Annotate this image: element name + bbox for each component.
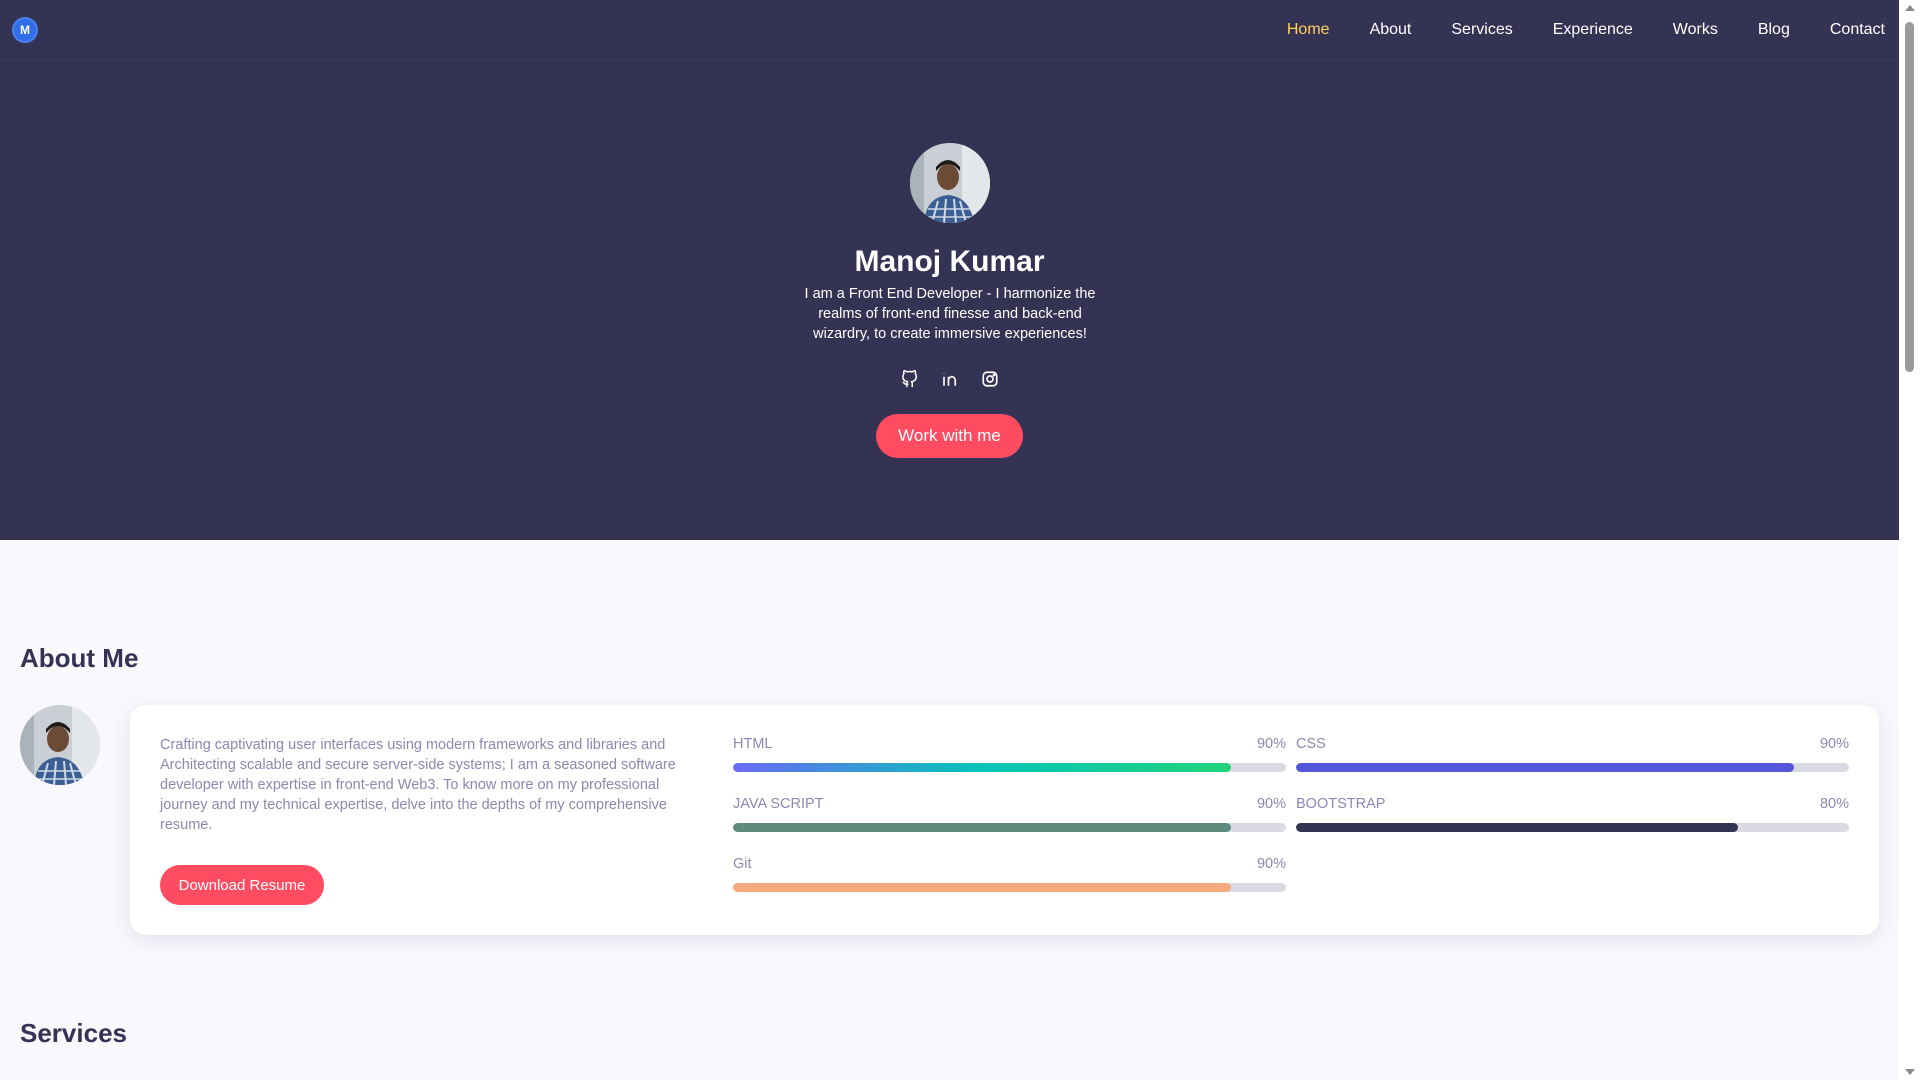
hero-avatar xyxy=(910,143,990,223)
skill-html: HTML 90% xyxy=(733,736,1286,772)
skill-css: CSS 90% xyxy=(1296,736,1849,772)
skill-name: Git xyxy=(733,856,752,872)
avatar-portrait-image xyxy=(910,143,990,223)
hero-section: Manoj Kumar I am a Front End Developer -… xyxy=(0,60,1899,540)
skill-javascript: JAVA SCRIPT 90% xyxy=(733,796,1286,832)
skill-percent: 90% xyxy=(1256,736,1286,752)
about-card: Crafting captivating user interfaces usi… xyxy=(130,705,1879,935)
about-text: Crafting captivating user interfaces usi… xyxy=(160,737,676,833)
services-section-title: Services xyxy=(20,1018,127,1048)
hero-name: Manoj Kumar xyxy=(854,245,1045,278)
logo-icon[interactable]: M xyxy=(14,19,36,41)
nav-item-home[interactable]: Home xyxy=(1287,21,1330,39)
nav-item-blog[interactable]: Blog xyxy=(1758,21,1790,39)
page-scrollbar[interactable] xyxy=(1899,0,1920,1080)
skill-progress-fill xyxy=(1296,763,1794,772)
skill-progress-track xyxy=(733,883,1286,892)
skill-progress-fill xyxy=(1296,823,1739,832)
scroll-up-arrow-icon[interactable] xyxy=(1905,5,1915,11)
avatar-portrait-image xyxy=(20,705,100,785)
skill-percent: 90% xyxy=(1256,796,1286,812)
about-avatar xyxy=(20,705,100,785)
work-with-me-button[interactable]: Work with me xyxy=(876,414,1023,458)
about-section-title: About Me xyxy=(20,643,139,673)
top-navbar: M Home About Services Experience Works B… xyxy=(0,0,1899,60)
nav-item-services[interactable]: Services xyxy=(1451,21,1512,39)
skill-progress-fill xyxy=(733,883,1231,892)
skill-progress-track xyxy=(1296,763,1849,772)
hero-description: I am a Front End Developer - I harmonize… xyxy=(804,286,1096,342)
social-links xyxy=(0,368,1899,390)
nav-item-works[interactable]: Works xyxy=(1673,21,1718,39)
skill-progress-track xyxy=(733,763,1286,772)
nav-item-about[interactable]: About xyxy=(1370,21,1412,39)
skill-percent: 90% xyxy=(1819,736,1849,752)
instagram-icon[interactable] xyxy=(979,368,1001,390)
scroll-thumb[interactable] xyxy=(1905,22,1914,372)
scroll-down-arrow-icon[interactable] xyxy=(1905,1069,1915,1075)
skill-progress-track xyxy=(733,823,1286,832)
skill-percent: 80% xyxy=(1819,796,1849,812)
nav-item-contact[interactable]: Contact xyxy=(1830,21,1885,39)
github-icon[interactable] xyxy=(899,368,921,390)
nav-item-experience[interactable]: Experience xyxy=(1553,21,1633,39)
main-nav: Home About Services Experience Works Blo… xyxy=(1247,21,1885,39)
skill-name: JAVA SCRIPT xyxy=(733,796,824,812)
skill-percent: 90% xyxy=(1256,856,1286,872)
skill-name: HTML xyxy=(733,736,773,752)
download-resume-button[interactable]: Download Resume xyxy=(160,865,324,905)
skill-bootstrap: BOOTSTRAP 80% xyxy=(1296,796,1849,832)
skill-progress-fill xyxy=(733,823,1231,832)
skill-git: Git 90% xyxy=(733,856,1286,892)
linkedin-icon[interactable] xyxy=(939,368,961,390)
skill-progress-track xyxy=(1296,823,1849,832)
skill-name: CSS xyxy=(1296,736,1326,752)
skill-name: BOOTSTRAP xyxy=(1296,796,1386,812)
skill-progress-fill xyxy=(733,763,1231,772)
